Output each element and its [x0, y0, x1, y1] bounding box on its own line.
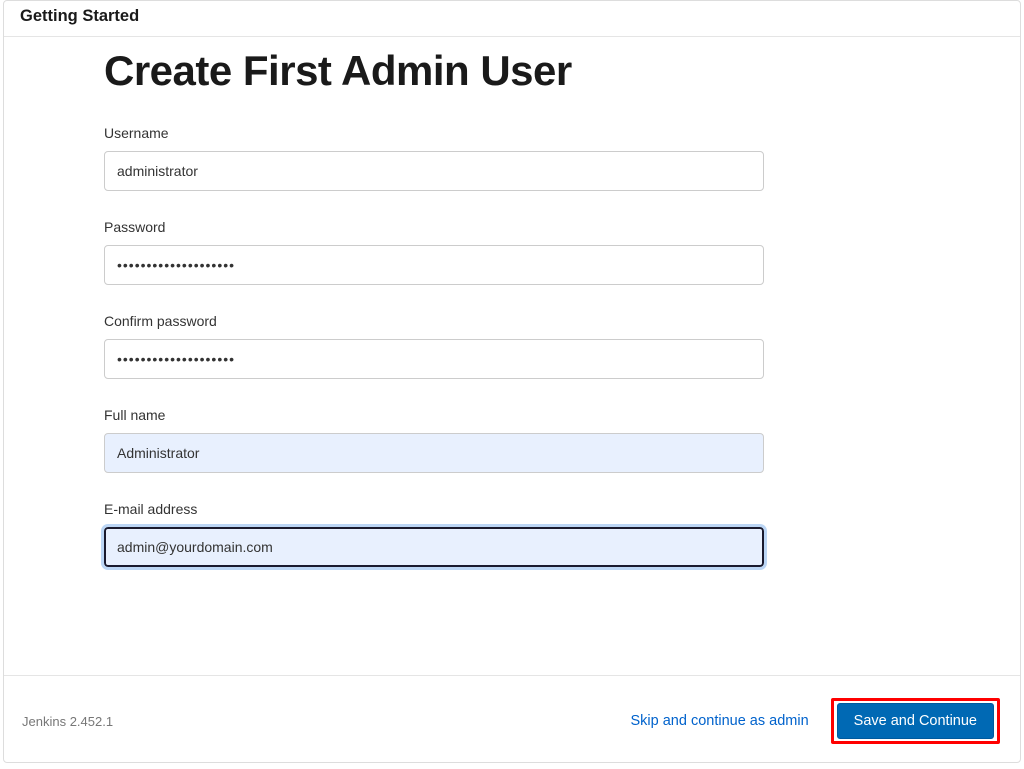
password-label: Password — [104, 219, 924, 235]
setup-wizard-modal: Getting Started Create First Admin User … — [3, 0, 1021, 763]
full-name-input[interactable] — [104, 433, 764, 473]
version-label: Jenkins 2.452.1 — [22, 714, 113, 729]
highlight-annotation: Save and Continue — [831, 698, 1000, 744]
email-input[interactable] — [104, 527, 764, 567]
confirm-password-label: Confirm password — [104, 313, 924, 329]
page-title: Create First Admin User — [104, 47, 924, 95]
email-label: E-mail address — [104, 501, 924, 517]
full-name-label: Full name — [104, 407, 924, 423]
password-input[interactable] — [104, 245, 764, 285]
content-area: Create First Admin User Username Passwor… — [4, 37, 1020, 675]
footer-actions: Skip and continue as admin Save and Cont… — [627, 698, 1001, 744]
modal-header: Getting Started — [4, 1, 1020, 37]
modal-body[interactable]: Create First Admin User Username Passwor… — [4, 37, 1020, 675]
password-group: Password — [104, 219, 924, 285]
modal-footer: Jenkins 2.452.1 Skip and continue as adm… — [4, 675, 1020, 762]
username-label: Username — [104, 125, 924, 141]
username-input[interactable] — [104, 151, 764, 191]
skip-button[interactable]: Skip and continue as admin — [627, 707, 813, 735]
username-group: Username — [104, 125, 924, 191]
confirm-password-group: Confirm password — [104, 313, 924, 379]
save-continue-button[interactable]: Save and Continue — [837, 703, 994, 739]
email-group: E-mail address — [104, 501, 924, 567]
modal-header-title: Getting Started — [20, 7, 1004, 26]
full-name-group: Full name — [104, 407, 924, 473]
confirm-password-input[interactable] — [104, 339, 764, 379]
